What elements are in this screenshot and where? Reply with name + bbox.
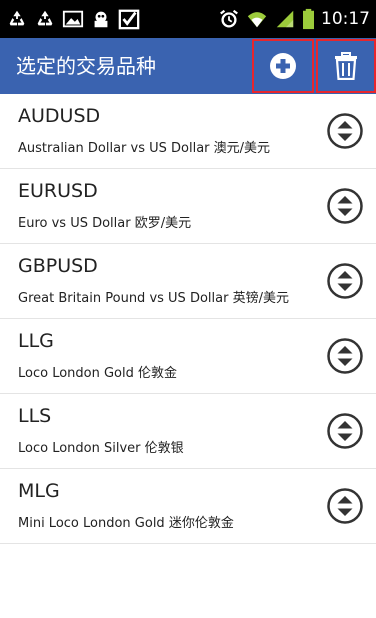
recycle-icon bbox=[9, 10, 25, 26]
alarm-icon bbox=[220, 9, 238, 28]
reorder-handle-icon[interactable] bbox=[326, 112, 364, 150]
symbol-description: Great Britain Pound vs US Dollar 英镑/美元 bbox=[18, 291, 289, 306]
plus-circle-icon bbox=[270, 53, 296, 79]
reorder-handle-icon[interactable] bbox=[326, 487, 364, 525]
app-icon bbox=[94, 11, 108, 28]
app-bar: 选定的交易品种 bbox=[0, 38, 376, 94]
system-icons: 10:17 bbox=[218, 5, 370, 33]
reorder-handle-icon[interactable] bbox=[326, 187, 364, 225]
symbol-description: Mini Loco London Gold 迷你伦敦金 bbox=[18, 516, 234, 531]
symbol-code: MLG bbox=[18, 480, 60, 502]
reorder-handle-icon[interactable] bbox=[326, 337, 364, 375]
wifi-icon bbox=[247, 12, 267, 28]
checkbox-icon bbox=[118, 9, 140, 30]
symbol-description: Loco London Silver 伦敦银 bbox=[18, 441, 184, 456]
symbol-row-gbpusd[interactable]: GBPUSD Great Britain Pound vs US Dollar … bbox=[0, 244, 376, 319]
clock: 10:17 bbox=[321, 9, 370, 29]
trash-icon bbox=[335, 52, 357, 80]
symbol-code: GBPUSD bbox=[18, 255, 98, 277]
battery-icon bbox=[303, 8, 314, 30]
symbol-description: Loco London Gold 伦敦金 bbox=[18, 366, 178, 381]
symbol-code: LLS bbox=[18, 405, 52, 427]
symbol-code: AUDUSD bbox=[18, 105, 101, 127]
symbol-row-eurusd[interactable]: EURUSD Euro vs US Dollar 欧罗/美元 bbox=[0, 169, 376, 244]
status-bar: 10:17 bbox=[0, 0, 376, 38]
add-symbol-button[interactable] bbox=[252, 39, 314, 93]
page-title: 选定的交易品种 bbox=[16, 54, 156, 78]
reorder-handle-icon[interactable] bbox=[326, 262, 364, 300]
image-icon bbox=[62, 10, 84, 28]
symbol-row-llg[interactable]: LLG Loco London Gold 伦敦金 bbox=[0, 319, 376, 394]
delete-symbol-button[interactable] bbox=[316, 39, 376, 93]
symbol-list: AUDUSD Australian Dollar vs US Dollar 澳元… bbox=[0, 94, 376, 544]
symbol-code: LLG bbox=[18, 330, 54, 352]
symbol-description: Australian Dollar vs US Dollar 澳元/美元 bbox=[18, 141, 271, 156]
recycle-icon bbox=[37, 10, 53, 26]
symbol-row-mlg[interactable]: MLG Mini Loco London Gold 迷你伦敦金 bbox=[0, 469, 376, 544]
symbol-row-audusd[interactable]: AUDUSD Australian Dollar vs US Dollar 澳元… bbox=[0, 94, 376, 169]
symbol-row-lls[interactable]: LLS Loco London Silver 伦敦银 bbox=[0, 394, 376, 469]
signal-icon bbox=[276, 10, 294, 28]
symbol-description: Euro vs US Dollar 欧罗/美元 bbox=[18, 216, 192, 231]
reorder-handle-icon[interactable] bbox=[326, 412, 364, 450]
symbol-code: EURUSD bbox=[18, 180, 98, 202]
notification-icons bbox=[6, 5, 140, 33]
